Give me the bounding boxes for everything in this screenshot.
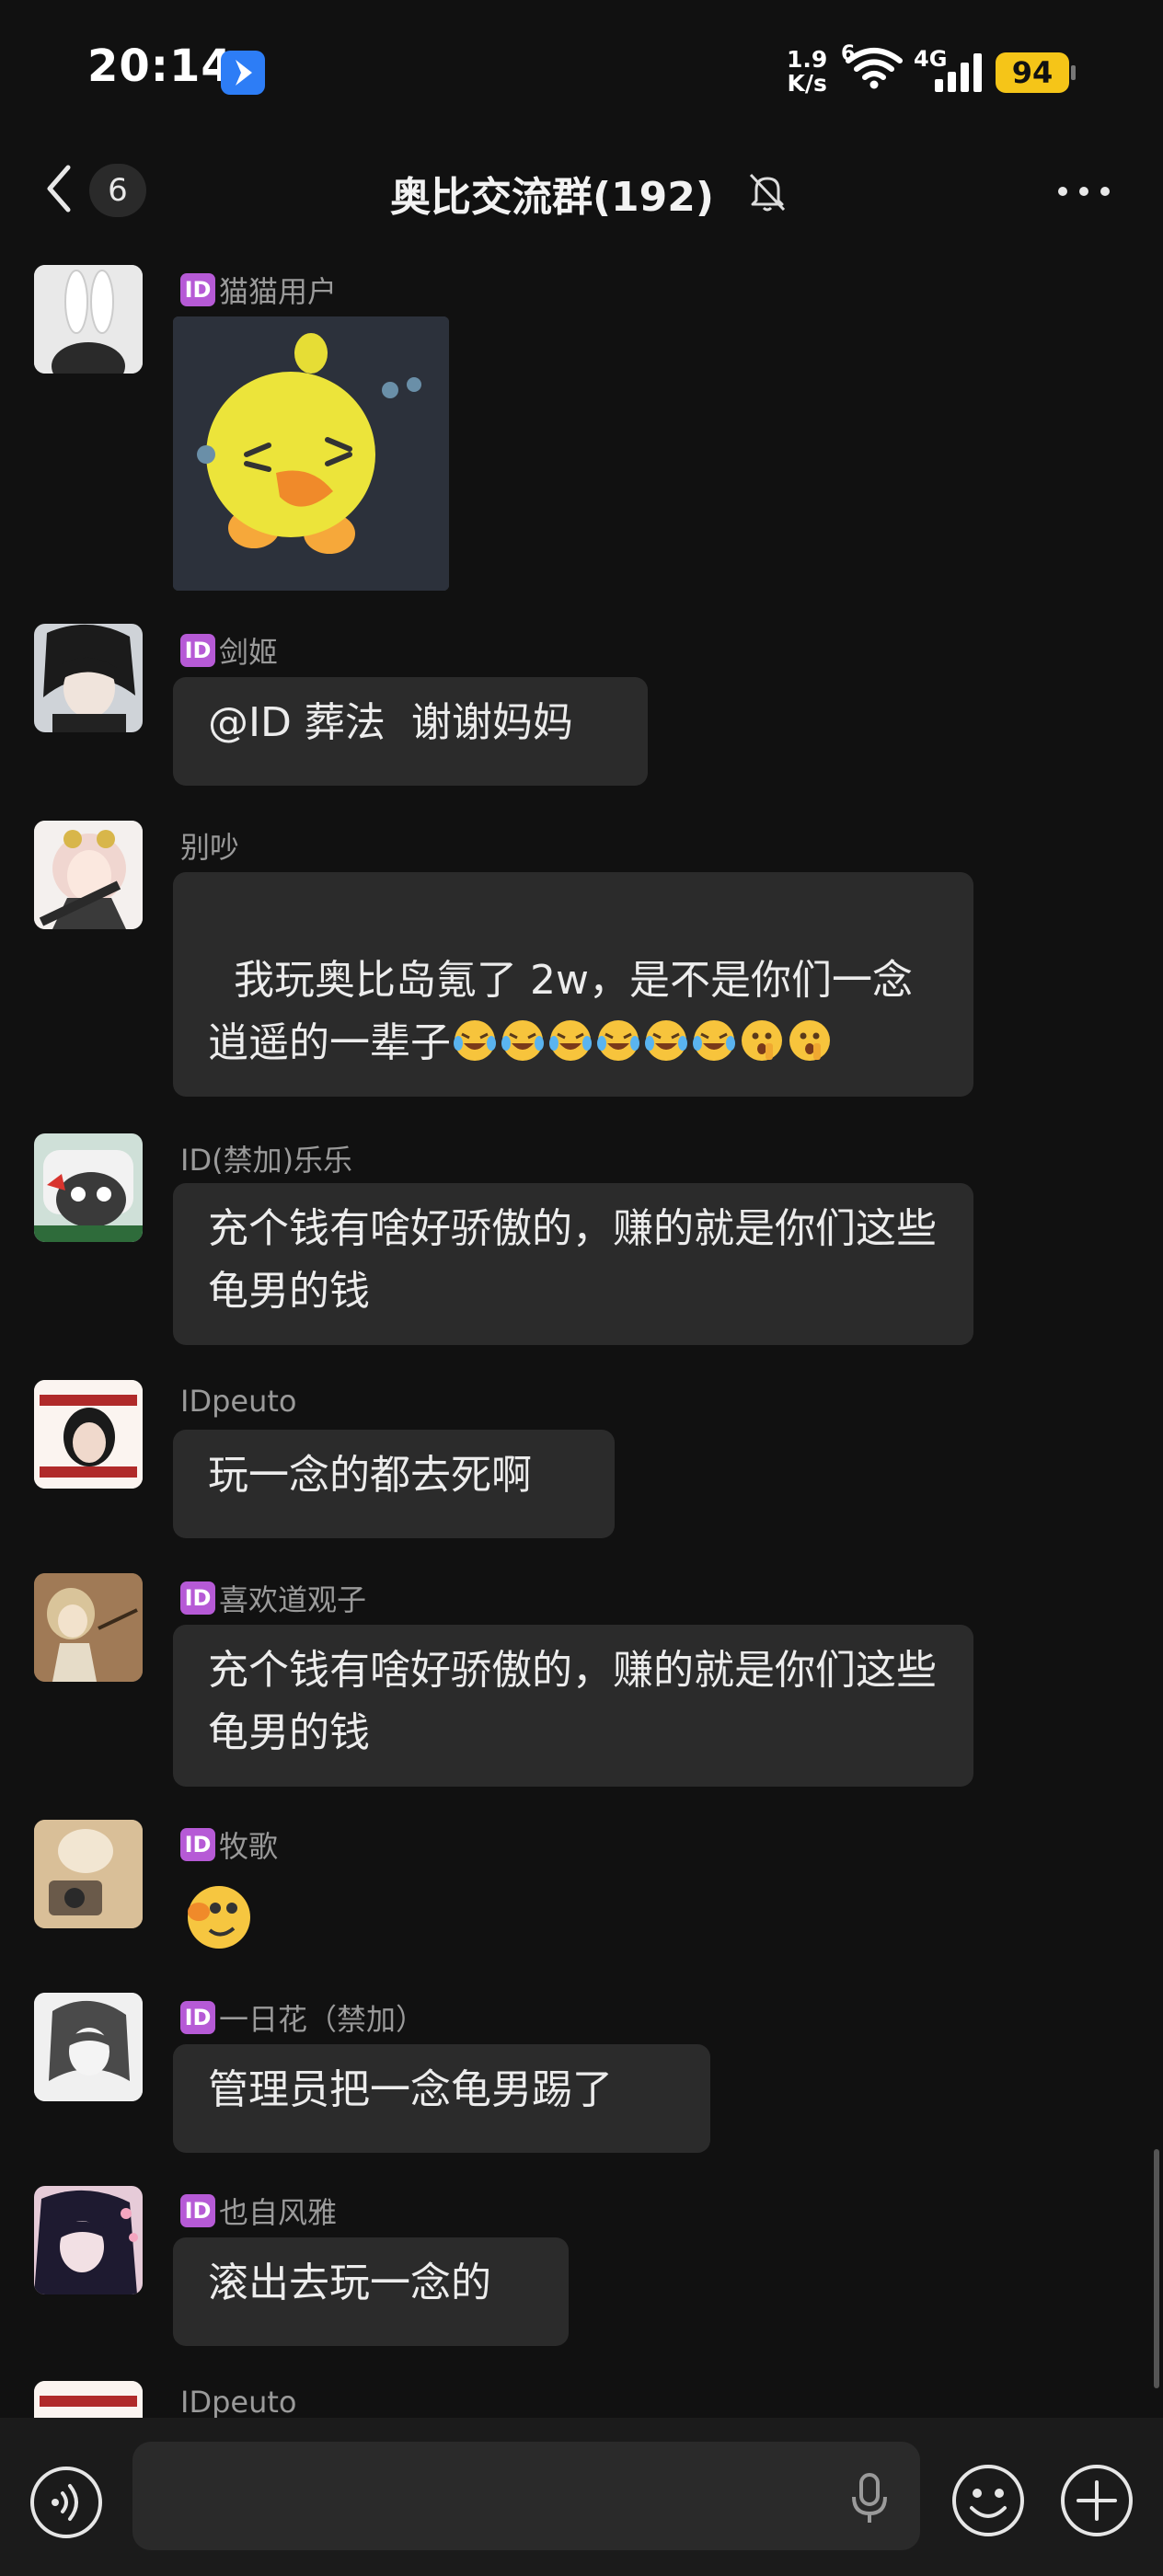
network-speed: 1.9 K/s [787,48,827,96]
battery-tip [1071,65,1076,80]
laugh-cry-emoji [645,1020,687,1061]
portrait-avatar-icon [34,2381,143,2418]
message-bubble[interactable]: 充个钱有啥好骄傲的，赚的就是你们这些龟男的钱 [173,1183,973,1345]
avatar[interactable] [34,265,143,374]
avatar[interactable] [34,821,143,929]
muted-bell-icon [747,171,788,217]
sender-name-text: 剑姬 [219,635,279,670]
avatar[interactable] [34,1573,143,1682]
avatar[interactable] [34,2381,143,2418]
sender-name: ID 猫猫用户 [180,269,337,311]
sender-name: ID 剑姬 [180,629,278,672]
portrait-avatar-icon [34,1380,143,1489]
wifi-icon: 6 [841,42,904,94]
sender-name: ID(禁加)乐乐 [180,1137,352,1179]
wifi-label: 6 [841,42,856,65]
message-bubble[interactable]: 我玩奥比岛氪了 2w，是不是你们一念逍遥的一辈子 [173,872,973,1097]
message-bubble[interactable]: @ID 葬法 谢谢妈妈 [173,677,648,786]
sender-name: 别吵 [180,824,239,867]
id-badge: ID [180,634,215,667]
laugh-cry-emoji [501,1020,544,1061]
anime-boy-avatar-icon [34,624,143,732]
sender-name-text: IDpeuto [180,2385,297,2420]
bunny-ears-avatar-icon [34,265,143,374]
microphone-icon [852,2473,887,2523]
message-bubble[interactable]: 管理员把一念龟男踢了 [173,2044,710,2153]
illustrated-girl-avatar-icon [34,1573,143,1682]
message-bubble[interactable]: 滚出去玩一念的 [173,2237,569,2346]
more-options-button[interactable] [1056,184,1111,201]
status-time: 20:14 [87,40,233,92]
emoji-button[interactable] [950,2462,1027,2543]
id-badge: ID [180,2001,215,2034]
plus-icon [1061,2465,1133,2536]
unread-count-badge[interactable]: 6 [89,164,146,217]
network-speed-unit: K/s [787,70,827,97]
voice-wave-icon [30,2467,102,2538]
avatar[interactable] [34,1820,143,1928]
back-button[interactable] [42,162,75,219]
yellow-duck-sticker[interactable] [173,316,449,591]
id-badge: ID [180,1828,215,1861]
shush-emoji [742,1020,782,1061]
sender-name: ID 也自风雅 [180,2190,337,2232]
laugh-cry-emoji [454,1020,496,1061]
microphone-button[interactable] [846,2471,892,2530]
more-dots-icon [1058,187,1110,196]
id-badge: ID [180,2194,215,2227]
avatar[interactable] [34,624,143,732]
scrollbar[interactable] [1154,2149,1159,2388]
sender-name-text: ID(禁加)乐乐 [180,1143,353,1178]
network-speed-value: 1.9 [787,46,828,73]
anime-girl-avatar-icon [34,821,143,929]
sender-name: ID 一日花（禁加） [180,1996,425,2039]
avatar[interactable] [34,1993,143,2101]
id-badge: ID [180,1581,215,1615]
smiley-icon [952,2465,1024,2536]
location-icon [221,51,265,95]
add-attachment-button[interactable] [1058,2462,1135,2543]
cartoon-cube-avatar-icon [34,1133,143,1242]
laugh-cry-emoji [693,1020,735,1061]
sender-name: ID 喜欢道观子 [180,1577,366,1619]
laugh-cry-emoji [549,1020,592,1061]
sender-name: IDpeuto [180,2385,296,2420]
dark-hair-girl-avatar-icon [34,2186,143,2294]
message-input[interactable] [132,2442,920,2550]
camera-photo-avatar-icon [34,1820,143,1928]
sender-name-text: 也自风雅 [219,2195,338,2230]
message-bubble[interactable]: 玩一念的都去死啊 [173,1430,615,1538]
avatar[interactable] [34,2186,143,2294]
sender-name-text: 别吵 [180,830,240,865]
signal-bars-icon [935,52,986,96]
battery-level: 94 [996,52,1069,93]
sketch-girl-avatar-icon [34,1993,143,2101]
sender-name-text: IDpeuto [180,1384,297,1419]
sender-name: ID 牧歌 [180,1823,278,1866]
chat-title[interactable]: 奥比交流群(192) [350,164,754,223]
sender-name: IDpeuto [180,1384,296,1419]
id-badge: ID [180,273,215,306]
sender-name-text: 猫猫用户 [219,274,338,309]
emoji-row [451,1019,834,1066]
avatar[interactable] [34,1380,143,1489]
sender-name-text: 牧歌 [219,1829,279,1864]
avatar[interactable] [34,1133,143,1242]
sender-name-text: 喜欢道观子 [219,1582,367,1617]
laugh-cry-emoji [597,1020,639,1061]
small-duck-emoji[interactable] [178,1877,256,1958]
voice-mode-button[interactable] [28,2464,105,2545]
sender-name-text: 一日花（禁加） [219,2002,426,2037]
shush-emoji [789,1020,830,1061]
message-bubble[interactable]: 充个钱有啥好骄傲的，赚的就是你们这些龟男的钱 [173,1625,973,1787]
chevron-left-icon [47,165,71,213]
